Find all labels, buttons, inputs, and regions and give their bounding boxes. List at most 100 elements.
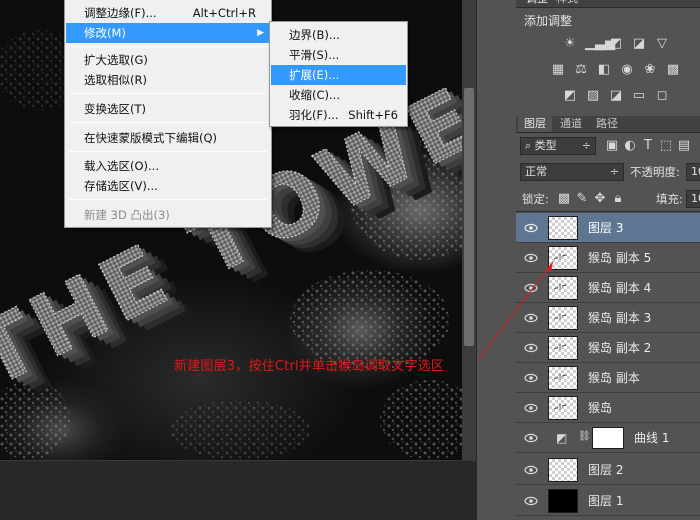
opacity-input[interactable]: 10 (686, 163, 700, 181)
menu-item-similar[interactable]: 选取相似(R) (66, 70, 270, 90)
eye-icon[interactable] (524, 342, 538, 354)
eye-icon[interactable] (524, 372, 538, 384)
status-bar (0, 460, 476, 520)
eye-icon[interactable] (524, 222, 538, 234)
text-thumbnail-mark: ~/~ (552, 340, 569, 354)
tab-layers[interactable]: 图层 (518, 116, 552, 132)
layer-name[interactable]: 猴岛 副本 2 (588, 333, 651, 363)
threshold-icon[interactable]: ◪ (608, 89, 624, 103)
submenu-item-contract[interactable]: 收缩(C)... (271, 85, 406, 105)
lock-label: 锁定: (522, 192, 549, 206)
menu-shortcut: Shift+F6 (348, 108, 398, 122)
menu-separator (69, 199, 267, 200)
invert-icon[interactable]: ◩ (562, 89, 578, 103)
layer-row[interactable]: 图层 3 (516, 213, 700, 243)
submenu-item-feather[interactable]: 羽化(F)... Shift+F6 (271, 105, 406, 125)
lock-pixels-icon[interactable]: ✎ (574, 192, 590, 206)
eye-icon[interactable] (524, 432, 538, 444)
balance-scale-icon[interactable]: ⚖ (573, 63, 589, 77)
brightness-icon[interactable]: ☀ (562, 37, 578, 51)
black-white-icon[interactable]: ◧ (596, 63, 612, 77)
lock-transparency-icon[interactable]: ▩ (556, 192, 572, 206)
layer-thumbnail: ~/~ (548, 366, 578, 390)
lock-position-icon[interactable]: ✥ (592, 192, 608, 206)
layer-name[interactable]: 图层 2 (588, 455, 623, 485)
layer-row[interactable]: ~/~ 猴岛 副本 5 (516, 243, 700, 273)
menu-item-grow[interactable]: 扩大选取(G) (66, 50, 270, 70)
filter-smart-object-icon[interactable]: ▤ (676, 139, 692, 153)
layer-filter-select[interactable]: ⌕ 类型 ÷ (520, 137, 596, 155)
layer-row[interactable]: ~/~ 猴岛 副本 3 (516, 303, 700, 333)
layer-row[interactable]: ◩ ⛓ 曲线 1 (516, 423, 700, 453)
eye-icon[interactable] (524, 495, 538, 507)
layer-name[interactable]: 猴岛 (588, 393, 612, 423)
layer-row[interactable]: ~/~ 猴岛 副本 (516, 363, 700, 393)
eye-icon[interactable] (524, 282, 538, 294)
fill-input[interactable]: 10 (686, 190, 700, 208)
adjustments-tabbar: 调整 样式 (516, 0, 700, 8)
fill-label: 填充: (656, 192, 683, 206)
exposure-icon[interactable]: ◪ (631, 37, 647, 51)
color-lookup-icon[interactable]: ▩ (665, 63, 681, 77)
panel-dock-gap (476, 0, 516, 520)
chain-link-icon[interactable]: ⛓ (578, 431, 591, 445)
lock-all-icon[interactable]: 🔒︎ (610, 192, 626, 206)
levels-icon[interactable]: ▁▃▅ (585, 37, 615, 51)
menu-item-refine-edge[interactable]: 调整边缘(F)... Alt+Ctrl+R (66, 3, 270, 23)
tab-paths[interactable]: 路径 (590, 116, 624, 132)
curves-icon[interactable]: ◩ (608, 37, 624, 51)
layer-thumbnail: ~/~ (548, 336, 578, 360)
layer-thumbnail (548, 489, 578, 513)
eye-icon[interactable] (524, 464, 538, 476)
search-icon: ⌕ (525, 139, 532, 152)
layer-name[interactable]: 曲线 1 (634, 423, 669, 453)
posterize-icon[interactable]: ▨ (585, 89, 601, 103)
modify-submenu: 边界(B)... 平滑(S)... 扩展(E)... 收缩(C)... 羽化(F… (269, 21, 408, 127)
annotation-text: 新建图层3，按住Ctrl并单击猴岛调取文字选区 (174, 359, 445, 374)
layer-name[interactable]: 猴岛 副本 5 (588, 243, 651, 273)
layer-row[interactable]: ~/~ 猴岛 副本 4 (516, 273, 700, 303)
menu-separator (69, 93, 267, 94)
dropdown-icon: ÷ (609, 165, 619, 178)
menu-separator (69, 122, 267, 123)
layer-name[interactable]: 猴岛 副本 (588, 363, 640, 393)
canvas-scrollbar[interactable] (462, 0, 476, 460)
menu-item-load-selection[interactable]: 载入选区(O)... (66, 156, 270, 176)
layer-row[interactable]: 图层 2 (516, 455, 700, 485)
filter-adjustment-icon[interactable]: ◐ (622, 139, 638, 153)
submenu-item-expand[interactable]: 扩展(E)... (271, 65, 406, 85)
photo-filter-icon[interactable]: ◉ (619, 63, 635, 77)
menu-shortcut: Alt+Ctrl+R (192, 6, 256, 20)
filter-pixel-icon[interactable]: ▣ (604, 139, 620, 153)
eye-icon[interactable] (524, 402, 538, 414)
select-menu: 调整边缘(F)... Alt+Ctrl+R 修改(M) ▶ 扩大选取(G) 选取… (64, 0, 272, 228)
layer-row[interactable]: 图层 1 (516, 486, 700, 516)
color-balance-icon[interactable]: ▦ (550, 63, 566, 77)
filter-shape-icon[interactable]: ⬚ (658, 139, 674, 153)
layer-name[interactable]: 图层 1 (588, 486, 623, 516)
layer-name[interactable]: 猴岛 副本 4 (588, 273, 651, 303)
menu-item-modify[interactable]: 修改(M) ▶ (66, 23, 270, 43)
tab-channels[interactable]: 通道 (554, 116, 588, 132)
layer-thumbnail: ~/~ (548, 276, 578, 300)
menu-separator (69, 46, 267, 47)
channel-mixer-icon[interactable]: ❀ (642, 63, 658, 77)
submenu-item-border[interactable]: 边界(B)... (271, 25, 406, 45)
canvas-scroll-thumb[interactable] (464, 88, 474, 346)
vibrance-icon[interactable]: ▽ (654, 37, 670, 51)
layer-name[interactable]: 图层 3 (588, 213, 623, 243)
eye-icon[interactable] (524, 252, 538, 264)
menu-item-save-selection[interactable]: 存储选区(V)... (66, 176, 270, 196)
filter-type-icon[interactable]: T (640, 139, 656, 153)
layer-name[interactable]: 猴岛 副本 3 (588, 303, 651, 333)
menu-item-transform-selection[interactable]: 变换选区(T) (66, 99, 270, 119)
blend-mode-select[interactable]: 正常 ÷ (520, 163, 624, 181)
adjustments-title: 添加调整 (524, 14, 573, 28)
gradient-map-icon[interactable]: ▭ (631, 89, 647, 103)
selective-color-icon[interactable]: ◻ (654, 89, 670, 103)
layer-row[interactable]: ~/~ 猴岛 (516, 393, 700, 423)
submenu-item-smooth[interactable]: 平滑(S)... (271, 45, 406, 65)
menu-item-quick-mask[interactable]: 在快速蒙版模式下编辑(Q) (66, 128, 270, 148)
eye-icon[interactable] (524, 312, 538, 324)
layer-row[interactable]: ~/~ 猴岛 副本 2 (516, 333, 700, 363)
